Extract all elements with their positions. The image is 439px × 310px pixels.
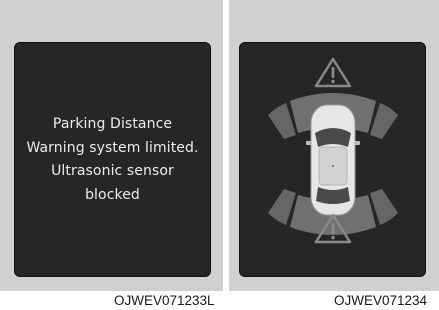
- message-line-3: Ultrasonic sensor: [51, 163, 174, 179]
- car-top-view-icon: [306, 104, 360, 216]
- front-left-sensor-zone: [268, 103, 296, 139]
- parking-sensor-graphic: [268, 57, 398, 244]
- warning-message: Parking Distance Warning system limited.…: [15, 113, 210, 207]
- left-figure-caption: OJWEV071233L: [114, 293, 215, 308]
- rear-left-sensor-zone: [268, 189, 296, 225]
- rear-right-sensor-zone: [370, 189, 398, 225]
- message-line-1: Parking Distance: [52, 116, 173, 132]
- front-warning-triangle-icon: [314, 57, 352, 88]
- message-line-4: blocked: [85, 186, 140, 203]
- front-right-sensor-zone: [370, 103, 398, 139]
- parking-sensor-display: [239, 42, 426, 277]
- message-line-2: Warning system limited.: [26, 139, 199, 156]
- page: Parking Distance Warning system limited.…: [0, 0, 439, 310]
- right-figure-caption: OJWEV071234: [334, 293, 428, 308]
- warning-message-display: Parking Distance Warning system limited.…: [14, 42, 211, 277]
